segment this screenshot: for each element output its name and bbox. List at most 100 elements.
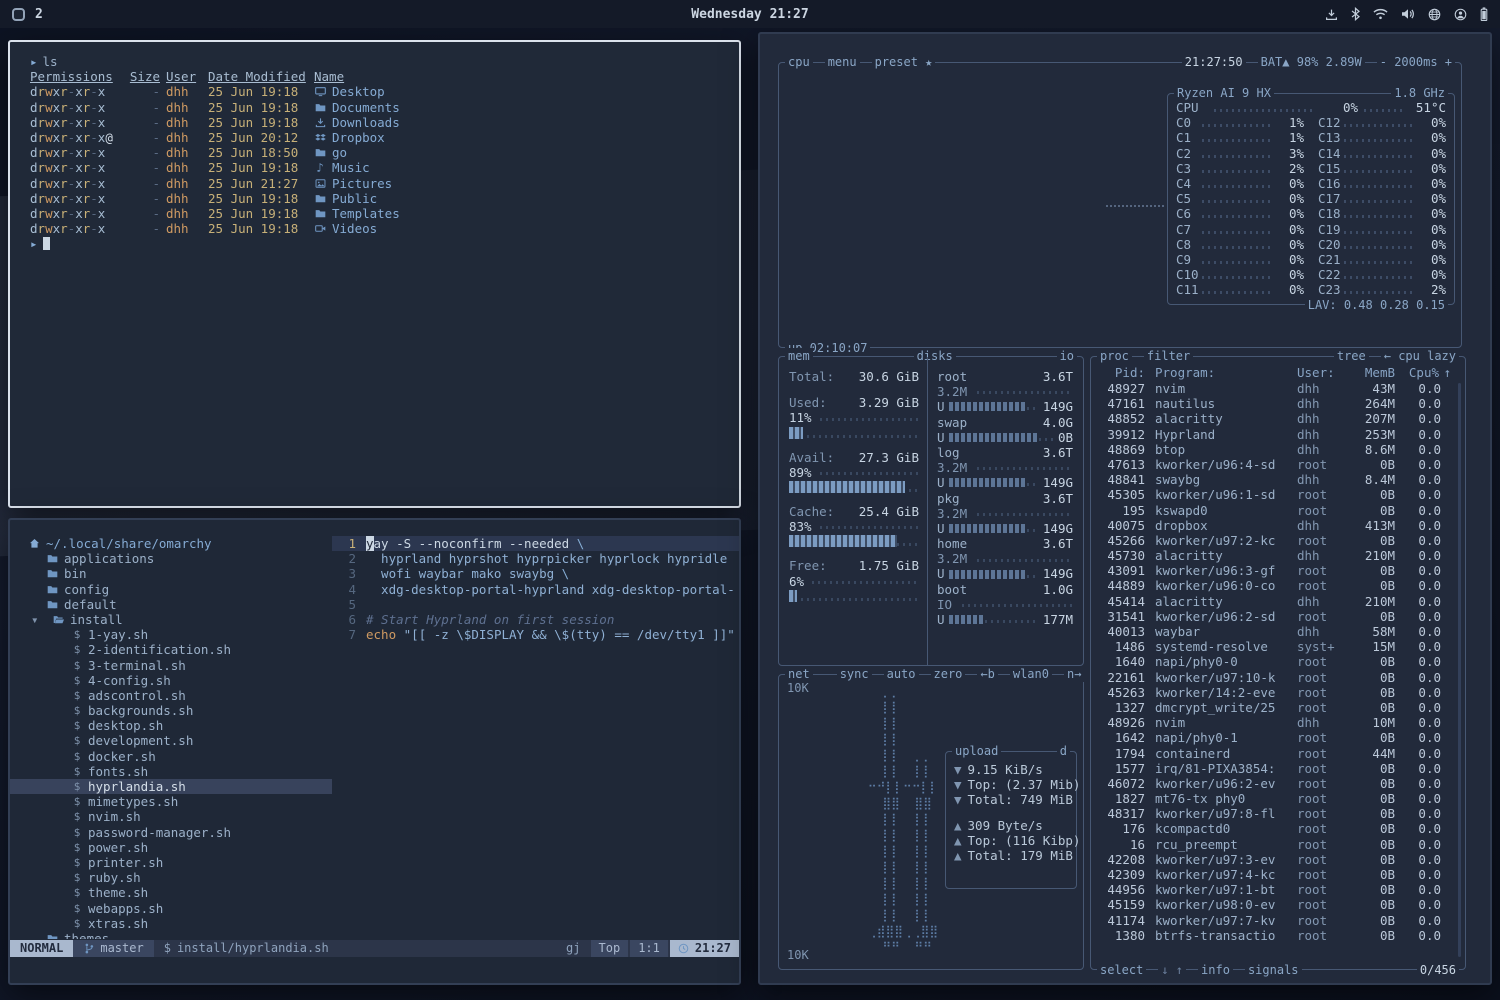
tree-item-backgrounds.sh[interactable]: $backgrounds.sh xyxy=(10,703,332,718)
tree-item-1-yay.sh[interactable]: $1-yay.sh xyxy=(10,627,332,642)
tree-item-applications[interactable]: applications xyxy=(10,551,332,566)
tree-item-password-manager.sh[interactable]: $password-manager.sh xyxy=(10,825,332,840)
process-row[interactable]: 48869btopdhh8.6M0.0 xyxy=(1091,442,1465,457)
footer-arrows[interactable]: ↓ ↑ xyxy=(1158,962,1186,978)
process-row[interactable]: 1577irq/81-PIXA3854:root0B0.0 xyxy=(1091,761,1465,776)
process-row[interactable]: 47613kworker/u96:4-sdroot0B0.0 xyxy=(1091,457,1465,472)
proc-sort-mode[interactable]: ← cpu lazy xyxy=(1381,348,1459,364)
col-user[interactable]: User: xyxy=(1297,365,1349,380)
process-row[interactable]: 45305kworker/u96:1-sdroot0B0.0 xyxy=(1091,487,1465,502)
tree-item-themes[interactable]: themes xyxy=(10,931,332,939)
io-toggle[interactable]: io xyxy=(1057,348,1077,364)
app-icon[interactable] xyxy=(12,8,25,21)
btop-window[interactable]: cpu menu preset ★ 21:27:50 BAT▲ 98% 2.89… xyxy=(758,32,1492,985)
tree-item-bin[interactable]: bin xyxy=(10,566,332,581)
proc-filter[interactable]: filter xyxy=(1144,348,1193,364)
tree-item-adscontrol.sh[interactable]: $adscontrol.sh xyxy=(10,688,332,703)
tree-item-webapps.sh[interactable]: $webapps.sh xyxy=(10,901,332,916)
net-title[interactable]: net xyxy=(785,666,813,682)
process-row[interactable]: 40075dropboxdhh413M0.0 xyxy=(1091,518,1465,533)
process-row[interactable]: 42309kworker/u97:4-kcroot0B0.0 xyxy=(1091,867,1465,882)
wifi-icon[interactable] xyxy=(1373,8,1388,20)
tree-item-mimetypes.sh[interactable]: $mimetypes.sh xyxy=(10,794,332,809)
footer-info[interactable]: info xyxy=(1198,962,1233,978)
process-row[interactable]: 46072kworker/u96:2-evroot0B0.0 xyxy=(1091,776,1465,791)
process-row[interactable]: 44956kworker/u97:1-btroot0B0.0 xyxy=(1091,882,1465,897)
tab-preset[interactable]: preset ★ xyxy=(872,54,936,70)
tree-item-xtras.sh[interactable]: $xtras.sh xyxy=(10,916,332,931)
proc-tree-toggle[interactable]: tree xyxy=(1334,348,1369,364)
process-row[interactable]: 48927nvimdhh43M0.0 xyxy=(1091,381,1465,396)
col-program[interactable]: Program: xyxy=(1155,365,1297,380)
tree-item-printer.sh[interactable]: $printer.sh xyxy=(10,855,332,870)
tree-item-4-config.sh[interactable]: $4-config.sh xyxy=(10,673,332,688)
process-row[interactable]: 22161kworker/u97:10-kroot0B0.0 xyxy=(1091,670,1465,685)
process-row[interactable]: 41174kworker/u97:7-kvroot0B0.0 xyxy=(1091,913,1465,928)
tray-arrow-icon[interactable] xyxy=(1325,8,1338,21)
footer-signals[interactable]: signals xyxy=(1245,962,1302,978)
iface-next-button[interactable]: n→ xyxy=(1064,666,1084,682)
process-row[interactable]: 43091kworker/u96:3-gfroot0B0.0 xyxy=(1091,563,1465,578)
process-row[interactable]: 1640napi/phy0-0root0B0.0 xyxy=(1091,654,1465,669)
tree-item-development.sh[interactable]: $development.sh xyxy=(10,733,332,748)
process-row[interactable]: 45159kworker/u98:0-evroot0B0.0 xyxy=(1091,897,1465,912)
proc-title[interactable]: proc xyxy=(1097,348,1132,364)
process-row[interactable]: 1327dmcrypt_write/25root0B0.0 xyxy=(1091,700,1465,715)
workspace-indicator[interactable]: 2 xyxy=(35,7,43,22)
volume-icon[interactable] xyxy=(1401,8,1415,20)
net-toggle-auto[interactable]: auto xyxy=(884,666,919,682)
net-key-d[interactable]: d xyxy=(1057,743,1070,759)
tree-item-hyprlandia.sh[interactable]: $hyprlandia.sh xyxy=(10,779,332,794)
tree-item-desktop.sh[interactable]: $desktop.sh xyxy=(10,718,332,733)
battery-icon[interactable] xyxy=(1480,7,1488,21)
process-row[interactable]: 1827mt76-tx phy0root0B0.0 xyxy=(1091,791,1465,806)
prompt-line-empty[interactable]: ▸ xyxy=(30,236,725,251)
tree-item-power.sh[interactable]: $power.sh xyxy=(10,840,332,855)
process-row[interactable]: 176kcompactd0root0B0.0 xyxy=(1091,821,1465,836)
process-row[interactable]: 48841swaybgdhh8.4M0.0 xyxy=(1091,472,1465,487)
process-row[interactable]: 45263kworker/14:2-everoot0B0.0 xyxy=(1091,685,1465,700)
sort-arrow-icon[interactable]: ↑ xyxy=(1439,365,1451,380)
process-row[interactable]: 1380btrfs-transactioroot0B0.0 xyxy=(1091,928,1465,943)
tree-root[interactable]: ~/.local/share/omarchy xyxy=(10,536,332,551)
tab-cpu[interactable]: cpu xyxy=(785,54,813,70)
col-cpu[interactable]: Cpu% xyxy=(1405,365,1439,380)
process-row[interactable]: 47161nautilusdhh264M0.0 xyxy=(1091,396,1465,411)
user-icon[interactable] xyxy=(1454,8,1467,21)
tree-item-2-identification.sh[interactable]: $2-identification.sh xyxy=(10,642,332,657)
net-toggle-zero[interactable]: zero xyxy=(931,666,966,682)
process-row[interactable]: 45730alacrittydhh210M0.0 xyxy=(1091,548,1465,563)
bluetooth-icon[interactable] xyxy=(1351,7,1360,21)
globe-icon[interactable] xyxy=(1428,8,1441,21)
tree-item-3-terminal.sh[interactable]: $3-terminal.sh xyxy=(10,658,332,673)
tab-menu[interactable]: menu xyxy=(825,54,860,70)
mem-title[interactable]: mem xyxy=(785,348,813,364)
net-toggle-sync[interactable]: sync xyxy=(837,666,872,682)
process-row[interactable]: 45414alacrittydhh210M0.0 xyxy=(1091,594,1465,609)
tree-item-docker.sh[interactable]: $docker.sh xyxy=(10,749,332,764)
process-row[interactable]: 1486systemd-resolvesyst+15M0.0 xyxy=(1091,639,1465,654)
tree-item-install[interactable]: ▾install xyxy=(10,612,332,627)
update-interval[interactable]: - 2000ms + xyxy=(1377,54,1455,70)
process-row[interactable]: 1794containerdroot44M0.0 xyxy=(1091,746,1465,761)
process-row[interactable]: 42208kworker/u97:3-evroot0B0.0 xyxy=(1091,852,1465,867)
process-row[interactable]: 44889kworker/u96:0-coroot0B0.0 xyxy=(1091,578,1465,593)
col-pid[interactable]: Pid: xyxy=(1099,365,1145,380)
footer-select[interactable]: select xyxy=(1097,962,1146,978)
process-row[interactable]: 1642napi/phy0-1root0B0.0 xyxy=(1091,730,1465,745)
process-row[interactable]: 16rcu_preemptroot0B0.0 xyxy=(1091,837,1465,852)
process-row[interactable]: 195kswapd0root0B0.0 xyxy=(1091,503,1465,518)
tree-item-config[interactable]: config xyxy=(10,582,332,597)
process-row[interactable]: 31541kworker/u96:2-sdroot0B0.0 xyxy=(1091,609,1465,624)
process-row[interactable]: 40013waybardhh58M0.0 xyxy=(1091,624,1465,639)
tree-item-nvim.sh[interactable]: $nvim.sh xyxy=(10,809,332,824)
iface-prev-button[interactable]: ←b xyxy=(977,666,997,682)
process-scrollbar[interactable] xyxy=(1458,383,1461,957)
neovim-window[interactable]: ~/.local/share/omarchy applicationsbinco… xyxy=(8,518,741,985)
clock[interactable]: Wednesday 21:27 xyxy=(691,7,808,22)
editor[interactable]: 1yay -S --noconfirm --needed \2 hyprland… xyxy=(332,520,739,939)
process-row[interactable]: 48317kworker/u97:8-flroot0B0.0 xyxy=(1091,806,1465,821)
disks-title[interactable]: disks xyxy=(914,348,956,364)
process-row[interactable]: 39912Hyprlanddhh253M0.0 xyxy=(1091,427,1465,442)
terminal-window[interactable]: ▸ls Permissions Size User Date Modified … xyxy=(8,40,741,508)
